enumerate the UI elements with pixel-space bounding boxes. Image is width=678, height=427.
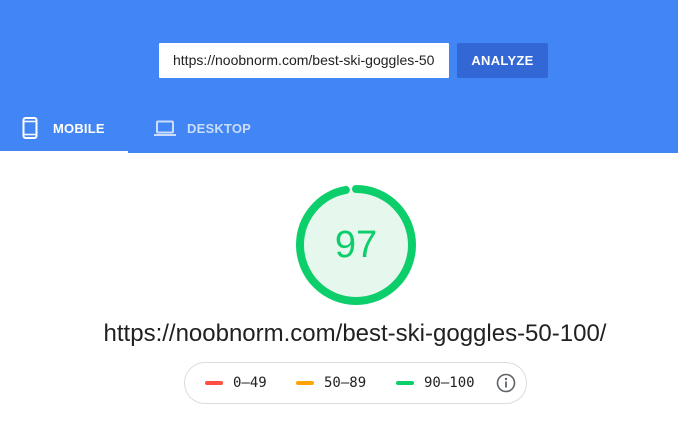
active-tab-indicator xyxy=(0,151,128,153)
tab-desktop[interactable]: DESKTOP xyxy=(128,103,268,153)
tab-mobile-label: MOBILE xyxy=(53,120,105,136)
legend-label-fail: 0–49 xyxy=(233,375,267,391)
legend-swatch-average xyxy=(296,381,314,385)
laptop-icon xyxy=(154,120,176,136)
legend-label-pass: 90–100 xyxy=(424,375,475,391)
tab-mobile[interactable]: MOBILE xyxy=(0,103,128,153)
header-bar: ANALYZE MOBILE DESKTOP xyxy=(0,0,678,153)
legend-label-average: 50–89 xyxy=(324,375,367,391)
legend-swatch-fail xyxy=(205,381,223,385)
mobile-phone-icon xyxy=(22,117,38,139)
analyzed-page-url: https://noobnorm.com/best-ski-goggles-50… xyxy=(103,320,607,347)
performance-score: 97 xyxy=(334,224,378,266)
legend-item-average: 50–89 xyxy=(296,363,366,403)
score-legend: 0–49 50–89 90–100 xyxy=(184,362,527,404)
info-icon[interactable] xyxy=(496,373,516,393)
tab-desktop-label: DESKTOP xyxy=(187,120,252,136)
analyze-button[interactable]: ANALYZE xyxy=(457,43,548,78)
legend-item-fail: 0–49 xyxy=(205,363,267,403)
legend-item-pass: 90–100 xyxy=(396,363,475,403)
url-input[interactable] xyxy=(159,43,449,78)
legend-swatch-pass xyxy=(396,381,414,385)
